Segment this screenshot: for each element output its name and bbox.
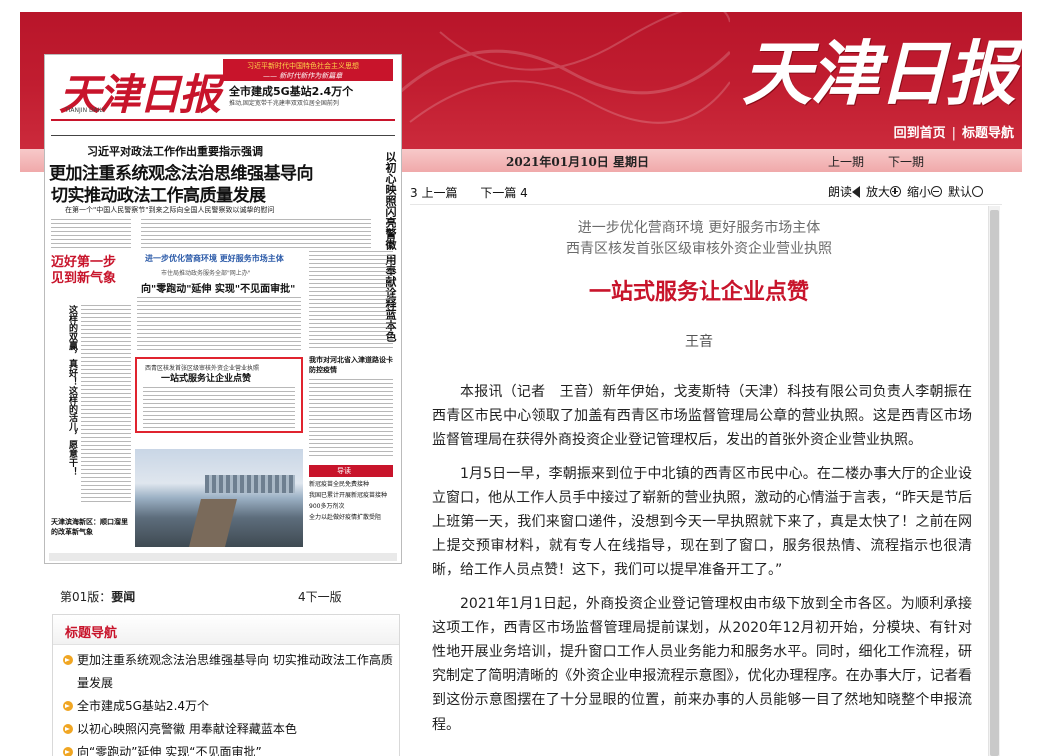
page-blue-head: 进一步优化营商环境 更好服务市场主体 xyxy=(145,254,284,263)
article-paragraph: 2021年1月1日起，外商投资企业登记管理权由市级下放到全市各区。为顺利承接这项… xyxy=(432,595,972,733)
arrow-bullet-icon xyxy=(63,724,73,734)
topic-item[interactable]: 向“零跑动”延伸 实现“不见面审批” xyxy=(63,741,393,756)
article-paragraph: 本报讯（记者 王音）新年伊始，戈麦斯特（天津）科技有限公司负责人李朝振在西青区市… xyxy=(432,384,972,449)
scrollbar-thumb[interactable] xyxy=(990,210,999,756)
newspaper-masthead-en: TIANJIN DAILY xyxy=(65,107,106,114)
guide-item[interactable]: 我国已累计开展新冠疫苗接种900多万剂次 xyxy=(309,490,393,512)
issue-date: 2021年01月10日 星期日 xyxy=(506,155,649,169)
page-text-block xyxy=(141,219,371,249)
default-size-button[interactable]: 默认 xyxy=(948,185,984,199)
topic-item-label: 向“零跑动”延伸 实现“不见面审批” xyxy=(77,745,262,756)
red-box-line-2: 见到新气象 xyxy=(51,271,117,286)
zoom-out-icon xyxy=(931,186,943,197)
zoom-out-button[interactable]: 缩小 xyxy=(907,185,943,199)
highlight-title: 一站式服务让企业点赞 xyxy=(161,374,252,384)
topic-item[interactable]: 全市建成5G基站2.4万个 xyxy=(63,695,393,718)
topic-item-label: 以初心映照闪亮警徽 用奉献诠释藏蓝本色 xyxy=(77,722,297,736)
page-left-vertical[interactable]: 这样的双赢，真好！这样的活儿，愿意干！ xyxy=(63,305,79,476)
page-article-5g-sub: 推动,固定宽带千兆建率双双位居全国前列 xyxy=(229,100,339,107)
page-text-block xyxy=(143,387,295,429)
guide-item[interactable]: 全力以赴做好疫情扩散受阻 xyxy=(309,512,393,523)
zoom-in-button[interactable]: 放大 xyxy=(866,185,902,199)
topic-item[interactable]: 以初心映照闪亮警徽 用奉献诠释藏蓝本色 xyxy=(63,718,393,741)
article-nav: 3 上一篇 下一篇 4 xyxy=(410,184,528,201)
photo-skyline xyxy=(205,475,295,493)
zoom-out-label: 缩小 xyxy=(907,185,932,199)
page-text-block xyxy=(309,379,393,459)
zoom-in-icon xyxy=(890,186,902,197)
article-author: 王音 xyxy=(685,334,713,350)
read-aloud-button[interactable]: 朗读 xyxy=(828,185,861,199)
page-text-block xyxy=(137,297,301,353)
home-link[interactable]: 回到首页 xyxy=(894,126,946,141)
pre-title-line-1: 进一步优化营商环境 更好服务市场主体 xyxy=(577,220,821,236)
article-pre-title: 进一步优化营商环境 更好服务市场主体 西青区核发首张区级审核外资企业营业执照 xyxy=(410,218,988,260)
page-guide-list: 新冠疫苗全民免费接种 我国已累计开展新冠疫苗接种900多万剂次 全力以赴做好疫情… xyxy=(309,479,393,523)
page-right-head[interactable]: 我市对河北省入津道路设卡防控疫情 xyxy=(309,355,393,375)
photo-pier xyxy=(189,499,237,547)
guide-label: 导读 xyxy=(337,467,351,475)
page-text-block xyxy=(309,251,393,351)
prev-article-link[interactable]: 3 上一篇 xyxy=(410,186,457,200)
site-logo[interactable]: 天津日报 xyxy=(742,18,1016,119)
divider xyxy=(51,135,395,136)
page-photo xyxy=(135,449,303,547)
topic-nav-title: 标题导航 xyxy=(65,626,118,641)
page-name: 要闻 xyxy=(111,590,136,604)
read-aloud-label: 朗读 xyxy=(828,185,853,199)
page-headline-2[interactable]: 切实推动政法工作高质量发展 xyxy=(51,181,266,206)
arrow-bullet-icon xyxy=(63,701,73,711)
zoom-in-label: 放大 xyxy=(866,185,891,199)
page-left-bottom[interactable]: 天津滨海新区：顺口溜里的改革新气象 xyxy=(51,517,131,537)
topic-list: 更加注重系统观念法治思维强基导向 切实推动政法工作高质量发展 全市建成5G基站2… xyxy=(63,649,393,756)
page-deck: 在第一个"中国人民警察节"到来之际向全国人民警察致以诚挚的慰问 xyxy=(65,206,275,214)
newspaper-page-image[interactable]: 天津日报 TIANJIN DAILY 习近平新时代中国特色社会主义思想 —— 新… xyxy=(44,54,402,564)
decorative-swirl xyxy=(400,12,730,124)
pre-title-line-2: 西青区核发首张区级审核外资企业营业执照 xyxy=(566,241,832,257)
banner-line-1: 习近平新时代中国特色社会主义思想 xyxy=(247,62,359,70)
article-scrollbar[interactable] xyxy=(988,206,1000,756)
topic-item-label: 更加注重系统观念法治思维强基导向 切实推动政法工作高质量发展 xyxy=(77,653,393,690)
highlighted-article-box[interactable]: 西青区核发首张区级审核外资企业营业执照 一站式服务让企业点赞 xyxy=(135,357,303,433)
red-box-line-1: 迈好第一步 xyxy=(51,255,117,270)
newspaper-banner: 习近平新时代中国特色社会主义思想 —— 新时代新作为新篇章 xyxy=(223,59,393,81)
banner-line-2: —— 新时代新作为新篇章 xyxy=(263,72,343,80)
default-size-label: 默认 xyxy=(948,185,973,199)
next-article-link[interactable]: 下一篇 4 xyxy=(480,186,527,200)
next-issue-link[interactable]: 下一期 xyxy=(888,153,924,170)
page-footer xyxy=(49,553,397,561)
default-size-icon xyxy=(972,186,984,197)
page-text-block xyxy=(81,305,131,505)
article-body: 本报讯（记者 王音）新年伊始，戈麦斯特（天津）科技有限公司负责人李朝振在西青区市… xyxy=(432,380,972,746)
page-number: 第01版： xyxy=(60,590,112,604)
divider xyxy=(51,119,395,121)
page-kicker: 习近平对政法工作作出重要指示强调 xyxy=(87,145,263,158)
prev-issue-link[interactable]: 上一期 xyxy=(828,153,864,170)
title-nav-link[interactable]: 标题导航 xyxy=(962,126,1014,141)
nav-separator: | xyxy=(951,126,956,141)
page-run-head[interactable]: 向"零跑动"延伸 实现"不见面审批" xyxy=(141,280,295,295)
article-headline: 一站式服务让企业点赞 xyxy=(588,280,809,305)
topic-item-label: 全市建成5G基站2.4万个 xyxy=(77,699,210,713)
page-label: 第01版：要闻 xyxy=(60,588,135,605)
next-page-link[interactable]: 4下一版 xyxy=(298,588,342,605)
arrow-bullet-icon xyxy=(63,747,73,756)
arrow-bullet-icon xyxy=(63,655,73,665)
page-text-block xyxy=(51,219,131,249)
article-paragraph: 1月5日一早，李朝振来到位于中北镇的西青区市民中心。在二楼办事大厅的企业设立窗口… xyxy=(432,465,972,579)
speaker-icon xyxy=(852,186,861,198)
page-guide-label: 导读 xyxy=(309,465,393,477)
page-run-sub: 市住局推动政务服务全部"网上办" xyxy=(161,270,251,277)
guide-item[interactable]: 新冠疫苗全民免费接种 xyxy=(309,479,393,490)
page-red-box[interactable]: 迈好第一步 见到新气象 xyxy=(51,255,127,301)
topic-item[interactable]: 更加注重系统观念法治思维强基导向 切实推动政法工作高质量发展 xyxy=(63,649,393,695)
topic-nav-panel: 标题导航 更加注重系统观念法治思维强基导向 切实推动政法工作高质量发展 全市建成… xyxy=(52,614,400,756)
page-article-5g[interactable]: 全市建成5G基站2.4万个 xyxy=(229,83,353,99)
topic-nav-header: 标题导航 xyxy=(53,615,399,645)
top-nav: 回到首页 | 标题导航 xyxy=(894,122,1014,141)
reading-tools: 朗读 放大 缩小 默认 xyxy=(828,183,989,200)
